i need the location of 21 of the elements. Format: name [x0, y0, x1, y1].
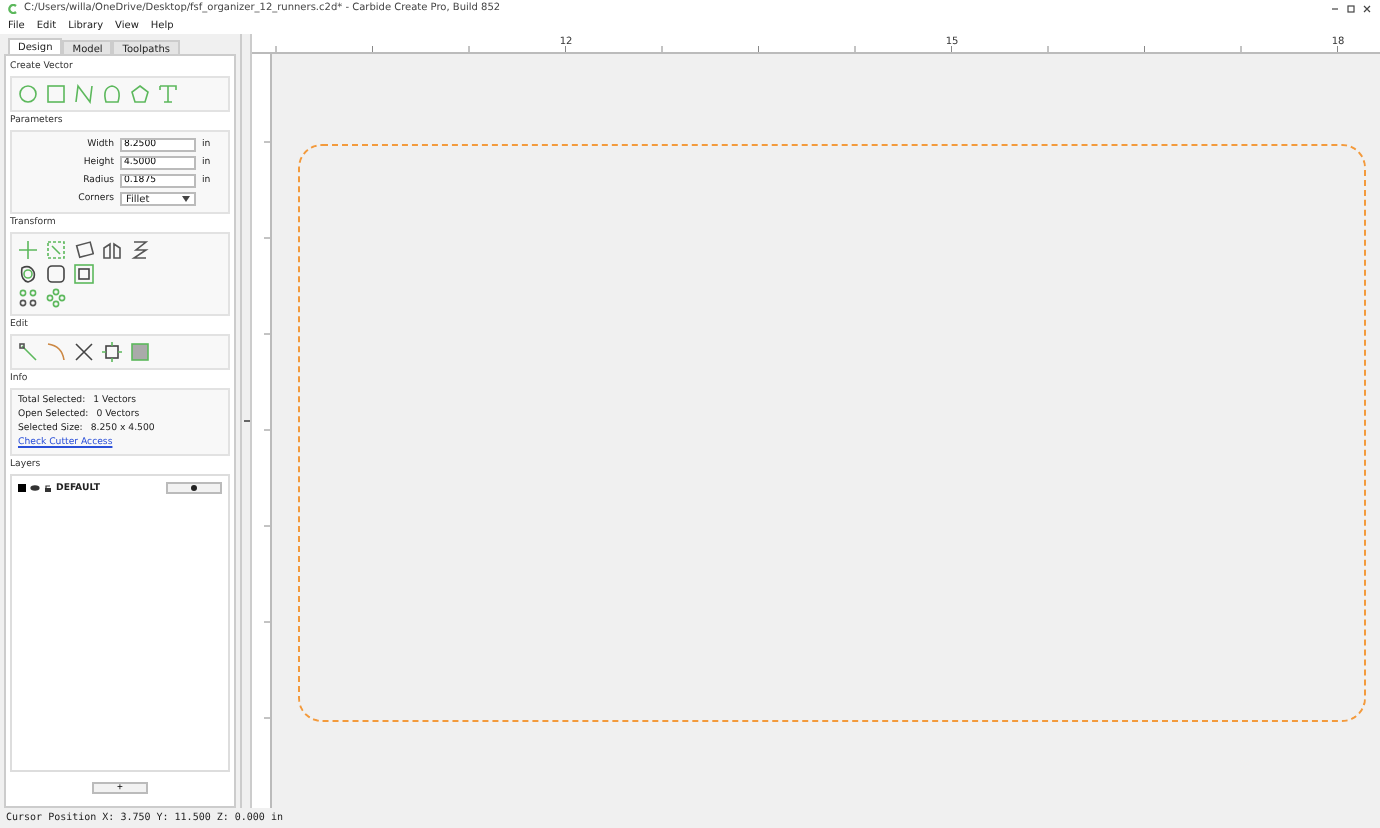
- gear-icon: [190, 484, 198, 492]
- trim-icon[interactable]: [74, 342, 94, 362]
- caret-icon: [182, 196, 190, 202]
- align-icon[interactable]: [130, 240, 150, 260]
- close-icon[interactable]: [1362, 3, 1372, 13]
- rounded-square-icon[interactable]: [46, 264, 66, 284]
- eye-icon[interactable]: [30, 484, 40, 492]
- restore-icon[interactable]: [1346, 3, 1356, 13]
- minimize-icon[interactable]: [1330, 3, 1340, 13]
- array-icon[interactable]: [18, 288, 38, 308]
- frame-icon[interactable]: [102, 342, 122, 362]
- rotate-icon[interactable]: [74, 240, 94, 260]
- offset-icon[interactable]: [18, 264, 38, 284]
- boolean-icon[interactable]: [74, 264, 94, 284]
- app-logo-icon: [8, 3, 18, 13]
- splitter-handle[interactable]: [243, 418, 249, 424]
- node-edit-icon[interactable]: [18, 342, 38, 362]
- curve-icon[interactable]: [46, 342, 66, 362]
- layer-settings-button[interactable]: [166, 482, 222, 494]
- lock-icon[interactable]: [44, 484, 52, 492]
- mirror-icon[interactable]: [102, 240, 122, 260]
